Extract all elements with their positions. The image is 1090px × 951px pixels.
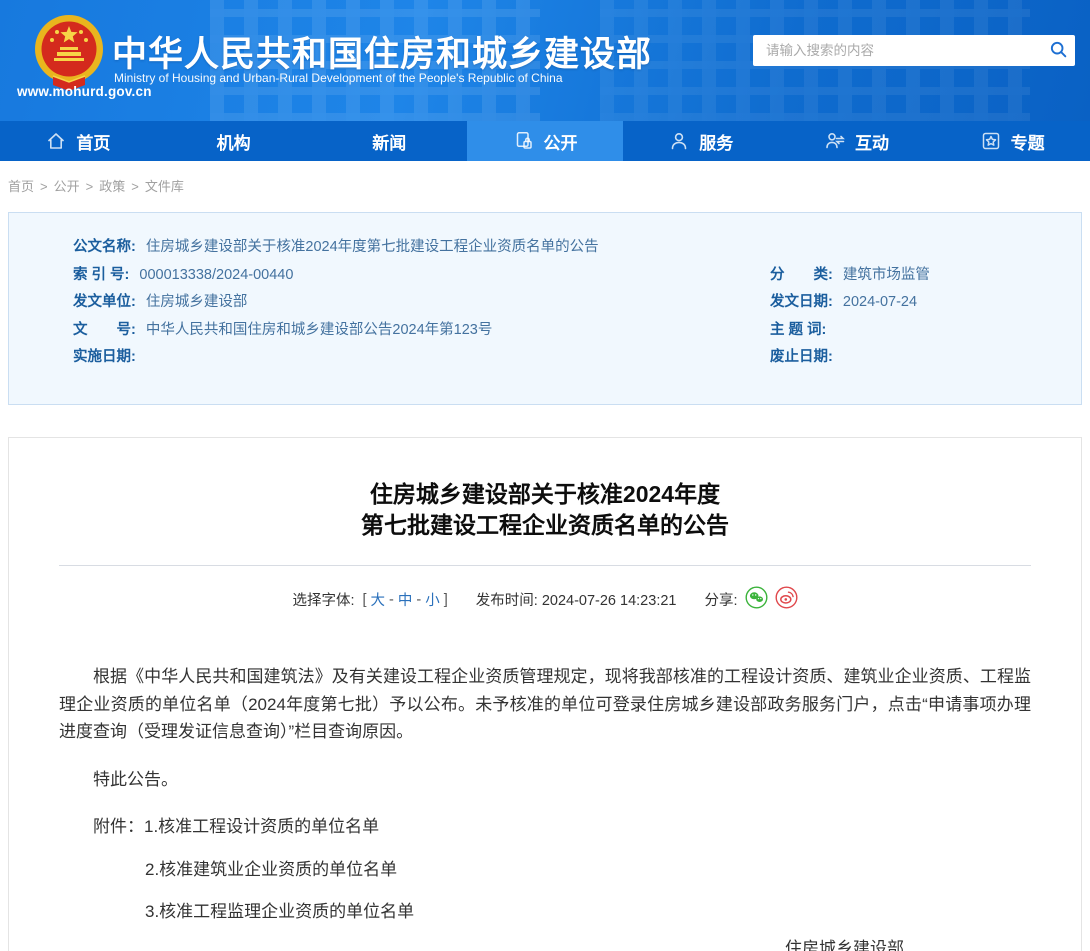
breadcrumb: 首页 > 公开 > 政策 > 文件库 xyxy=(8,176,184,195)
site-header: www.mohurd.gov.cn 中华人民共和国住房和城乡建设部 Minist… xyxy=(0,0,1090,121)
meta-value: 建筑市场监管 xyxy=(843,267,930,283)
article-title: 住房城乡建设部关于核准2024年度 第七批建设工程企业资质名单的公告 xyxy=(59,479,1031,541)
ministry-title-en: Ministry of Housing and Urban-Rural Deve… xyxy=(114,71,563,85)
meta-label: 发文单位: xyxy=(73,294,136,310)
article-closing: 特此公告。 xyxy=(59,766,1031,794)
breadcrumb-disclosure[interactable]: 公开 xyxy=(54,179,80,194)
meta-value: 中华人民共和国住房和城乡建设部公告2024年第123号 xyxy=(146,322,492,338)
main-nav: 首页 机构 新闻 公开 服务 xyxy=(0,121,1090,161)
search-icon xyxy=(1049,40,1068,62)
wechat-share-icon[interactable] xyxy=(745,586,768,613)
share-label: 分享: xyxy=(704,589,737,610)
meta-row-issuing-unit: 发文单位: 住房城乡建设部 xyxy=(73,289,770,317)
breadcrumb-separator: > xyxy=(86,179,94,194)
article-meta-bar: 选择字体: [ 大 - 中 - 小 ] 发布时间: 2024-07-26 14:… xyxy=(59,586,1031,613)
nav-item-home[interactable]: 首页 xyxy=(0,121,156,161)
nav-label: 首页 xyxy=(76,129,110,154)
meta-row-index-no: 索 引 号: 000013338/2024-00440 xyxy=(73,262,770,290)
meta-label: 分 类: xyxy=(770,267,833,283)
signature: 住房城乡建设部 xyxy=(59,935,1031,951)
document-lock-icon xyxy=(513,130,535,152)
dash: - xyxy=(416,592,421,608)
article-title-line2: 第七批建设工程企业资质名单的公告 xyxy=(59,510,1031,541)
title-divider xyxy=(59,565,1031,566)
breadcrumb-separator: > xyxy=(40,179,48,194)
publish-time: 发布时间: 2024-07-26 14:23:21 xyxy=(476,589,677,610)
font-size-large-link[interactable]: 大 xyxy=(371,589,386,610)
article-paragraph: 根据《中华人民共和国建筑法》及有关建设工程企业资质管理规定，现将我部核准的工程设… xyxy=(59,663,1031,746)
meta-label: 主 题 词: xyxy=(770,322,826,338)
font-size-small-link[interactable]: 小 xyxy=(425,589,440,610)
meta-label: 废止日期: xyxy=(770,349,833,365)
font-select-label: 选择字体: xyxy=(292,589,354,610)
attachments-label: 附件： xyxy=(93,817,144,836)
nav-item-disclosure[interactable]: 公开 xyxy=(467,121,623,161)
search-input[interactable] xyxy=(753,35,1041,66)
meta-value: 2024-07-24 xyxy=(843,294,917,310)
breadcrumb-library[interactable]: 文件库 xyxy=(145,179,184,194)
nav-item-topics[interactable]: 专题 xyxy=(934,121,1090,161)
font-size-selector: 选择字体: [ 大 - 中 - 小 ] xyxy=(292,589,447,610)
meta-row-doc-name: 公文名称: 住房城乡建设部关于核准2024年度第七批建设工程企业资质名单的公告 xyxy=(73,234,1065,262)
meta-value: 住房城乡建设部关于核准2024年度第七批建设工程企业资质名单的公告 xyxy=(146,239,599,255)
article-body: 根据《中华人民共和国建筑法》及有关建设工程企业资质管理规定，现将我部核准的工程设… xyxy=(59,663,1031,951)
attachment-link-2[interactable]: 2.核准建筑业企业资质的单位名单 xyxy=(145,860,397,879)
bracket: [ xyxy=(363,592,367,608)
meta-label: 公文名称: xyxy=(73,239,136,255)
meta-row-effective-date: 实施日期: xyxy=(73,344,770,372)
attachment-line-2: 2.核准建筑业企业资质的单位名单 xyxy=(59,856,1031,884)
person-arrows-icon xyxy=(824,130,846,152)
person-icon xyxy=(668,130,690,152)
ministry-title-cn: 中华人民共和国住房和城乡建设部 xyxy=(112,26,652,77)
meta-row-subject-words: 主 题 词: xyxy=(770,317,1065,345)
publish-time-value: 2024-07-26 14:23:21 xyxy=(542,593,677,609)
attachment-line-3: 3.核准工程监理企业资质的单位名单 xyxy=(59,898,1031,926)
nav-label: 新闻 xyxy=(372,129,406,154)
search-button[interactable] xyxy=(1041,35,1075,66)
attachment-link-3[interactable]: 3.核准工程监理企业资质的单位名单 xyxy=(145,902,414,921)
font-size-medium-link[interactable]: 中 xyxy=(398,589,413,610)
nav-label: 服务 xyxy=(699,129,733,154)
meta-value: 000013338/2024-00440 xyxy=(139,267,293,283)
article-title-line1: 住房城乡建设部关于核准2024年度 xyxy=(59,479,1031,510)
meta-label: 文 号: xyxy=(73,322,136,338)
nav-item-news[interactable]: 新闻 xyxy=(311,121,467,161)
meta-label: 索 引 号: xyxy=(73,267,129,283)
star-box-icon xyxy=(980,130,1002,152)
nav-label: 机构 xyxy=(217,129,251,154)
site-url: www.mohurd.gov.cn xyxy=(17,84,152,99)
bracket: ] xyxy=(444,592,448,608)
meta-value: 住房城乡建设部 xyxy=(146,294,248,310)
meta-row-repeal-date: 废止日期: xyxy=(770,344,1065,372)
nav-label: 互动 xyxy=(855,129,889,154)
weibo-share-icon[interactable] xyxy=(775,586,798,613)
attachment-line-1: 附件：1.核准工程设计资质的单位名单 xyxy=(59,813,1031,841)
meta-row-issue-date: 发文日期: 2024-07-24 xyxy=(770,289,1065,317)
nav-item-interaction[interactable]: 互动 xyxy=(779,121,935,161)
nav-label: 公开 xyxy=(544,129,578,154)
nav-item-organization[interactable]: 机构 xyxy=(156,121,312,161)
meta-label: 发文日期: xyxy=(770,294,833,310)
home-icon xyxy=(45,130,67,152)
meta-row-doc-number: 文 号: 中华人民共和国住房和城乡建设部公告2024年第123号 xyxy=(73,317,770,345)
breadcrumb-separator: > xyxy=(131,179,139,194)
attachment-link-1[interactable]: 1.核准工程设计资质的单位名单 xyxy=(144,817,379,836)
document-meta-panel: 公文名称: 住房城乡建设部关于核准2024年度第七批建设工程企业资质名单的公告 … xyxy=(8,212,1082,405)
search-box xyxy=(753,35,1075,66)
nav-item-services[interactable]: 服务 xyxy=(623,121,779,161)
breadcrumb-home[interactable]: 首页 xyxy=(8,179,34,194)
publish-time-label: 发布时间: xyxy=(476,593,538,609)
meta-label: 实施日期: xyxy=(73,349,136,365)
article-panel: 住房城乡建设部关于核准2024年度 第七批建设工程企业资质名单的公告 选择字体:… xyxy=(8,437,1082,951)
meta-row-category: 分 类: 建筑市场监管 xyxy=(770,262,1065,290)
dash: - xyxy=(389,592,394,608)
breadcrumb-policy[interactable]: 政策 xyxy=(99,179,125,194)
nav-label: 专题 xyxy=(1011,129,1045,154)
share-group: 分享: xyxy=(704,586,797,613)
